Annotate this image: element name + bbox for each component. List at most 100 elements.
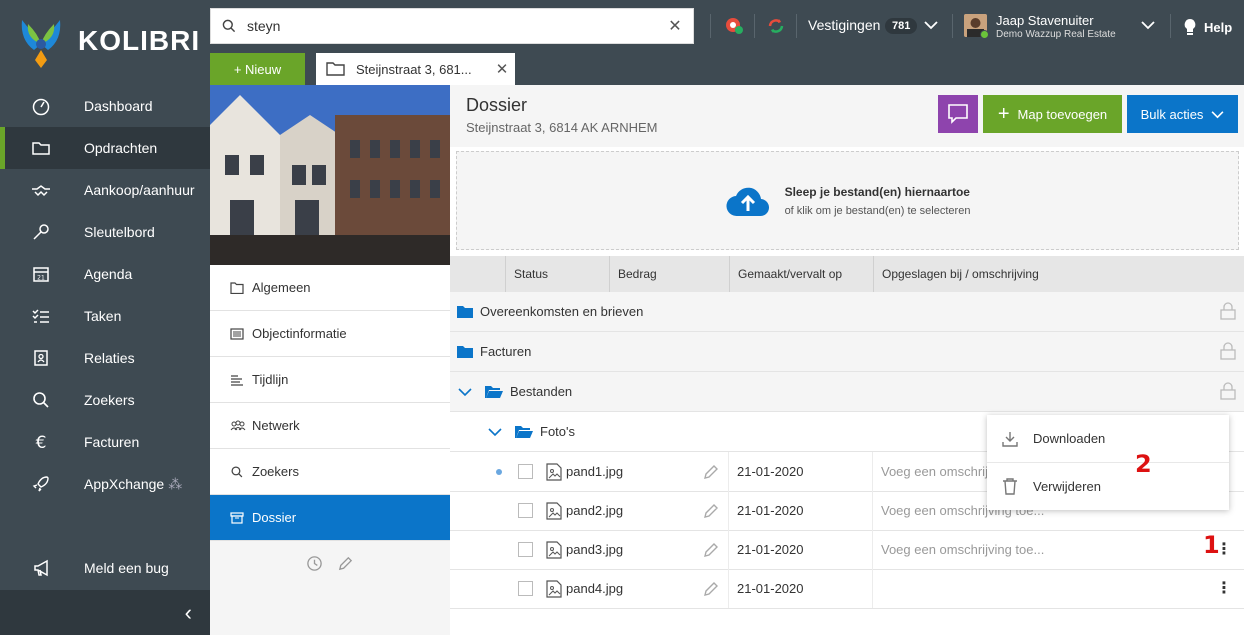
history-icon[interactable] [306,555,323,572]
folder-row[interactable]: Facturen [450,332,1244,372]
pencil-icon[interactable] [337,555,354,572]
vestigingen-label[interactable]: Vestigingen [808,17,880,33]
panel-item-label: Netwerk [252,418,300,433]
folder-row[interactable]: Overeenkomsten en brieven [450,292,1244,332]
chevron-down-icon[interactable] [488,427,502,437]
nav-label: Aankoop/aanhuur [84,182,195,198]
chat-bubble-icon [948,104,968,124]
panel-item-netwerk[interactable]: Netwerk [210,403,450,449]
folder-open-icon [485,386,503,398]
lightbulb-icon [1184,19,1196,35]
nav-dashboard[interactable]: Dashboard [0,85,210,127]
logo[interactable]: KOLIBRI [18,14,200,68]
menu-item-delete[interactable]: Verwijderen [987,462,1229,509]
user-name[interactable]: Jaap Stavenuiter [996,13,1094,28]
panel-item-objectinformatie[interactable]: Objectinformatie [210,311,450,357]
folder-row[interactable]: Bestanden [450,372,1244,412]
tab-steijnstraat[interactable]: Steijnstraat 3, 681... ✕ [316,53,515,85]
dashboard-icon [0,96,84,116]
table-header: Status Bedrag Gemaakt/vervalt op Opgesla… [450,256,1244,292]
notification-badge-icon[interactable] [723,15,745,37]
file-name[interactable]: pand2.jpg [566,503,623,518]
panel-item-tijdlijn[interactable]: Tijdlijn [210,357,450,403]
panel-item-dossier[interactable]: Dossier [210,495,456,541]
chevron-down-icon[interactable] [458,387,472,397]
add-folder-label: Map toevoegen [1017,106,1108,122]
chevron-down-icon[interactable] [924,20,938,30]
nav-relaties[interactable]: Relaties [0,337,210,379]
collapse-sidebar-button[interactable]: ‹ [0,590,210,635]
more-actions-icon[interactable]: ⋮ [1216,580,1232,597]
lock-icon[interactable] [1220,382,1236,400]
nav-opdrachten[interactable]: Opdrachten [0,127,210,169]
property-photo[interactable] [210,85,450,265]
menu-item-download[interactable]: Downloaden [987,415,1229,462]
bulk-actions-button[interactable]: Bulk acties [1127,95,1238,133]
calendar-icon: 21 [0,264,84,284]
help-button[interactable]: Help [1183,18,1232,36]
kolibri-logo-icon [21,20,61,68]
table-row[interactable]: pand4.jpg 21-01-2020 ⋮ [450,569,1244,609]
sync-icon[interactable] [765,15,787,37]
panel-item-algemeen[interactable]: Algemeen [210,265,450,311]
divider [728,569,729,608]
search-bar: ✕ [210,8,694,44]
nav-label: Facturen [84,434,140,450]
pencil-icon[interactable] [702,463,720,481]
bulk-actions-label: Bulk acties [1140,106,1204,122]
search-input[interactable] [247,18,657,34]
column-status[interactable]: Status [505,256,609,292]
chevron-down-icon[interactable] [1141,20,1155,30]
page-title: Dossier [466,95,528,115]
folder-icon [457,306,473,318]
panel-item-zoekers[interactable]: Zoekers [210,449,450,495]
nav-taken[interactable]: Taken [0,295,210,337]
timeline-icon [230,374,248,386]
report-bug-button[interactable]: Meld een bug [0,547,210,589]
nav-sleutelbord[interactable]: Sleutelbord [0,211,210,253]
row-checkbox[interactable] [518,503,533,518]
pencil-icon[interactable] [702,580,720,598]
chat-button[interactable] [938,95,978,133]
column-omschrijving[interactable]: Opgeslagen bij / omschrijving [873,256,1244,292]
tab-label: Steijnstraat 3, 681... [356,61,472,77]
add-folder-button[interactable]: + Map toevoegen [983,95,1122,133]
new-button[interactable]: + Nieuw [210,53,305,85]
file-date: 21-01-2020 [737,542,804,557]
nav-aankoop[interactable]: Aankoop/aanhuur [0,169,210,211]
file-dropzone[interactable]: Sleep je bestand(en) hiernaartoe of klik… [456,151,1239,250]
nav-agenda[interactable]: 21 Agenda [0,253,210,295]
dossier-main: Dossier Steijnstraat 3, 6814 AK ARNHEM +… [450,85,1244,635]
pencil-icon[interactable] [702,502,720,520]
nav-appxchange[interactable]: AppXchange ⁂ [0,463,210,505]
divider [1170,14,1171,38]
close-tab-icon[interactable]: ✕ [489,60,515,78]
lock-icon[interactable] [1220,302,1236,320]
row-checkbox[interactable] [518,581,533,596]
clear-search-icon[interactable]: ✕ [657,16,693,36]
pencil-icon[interactable] [702,541,720,559]
nav-zoekers[interactable]: Zoekers [0,379,210,421]
file-name[interactable]: pand3.jpg [566,542,623,557]
folder-open-icon [515,426,533,438]
nav-facturen[interactable]: € Facturen [0,421,210,463]
column-gemaakt[interactable]: Gemaakt/vervalt op [729,256,873,292]
search-icon [0,390,84,410]
file-name[interactable]: pand1.jpg [566,464,623,479]
folder-name: Facturen [480,344,532,359]
file-description[interactable]: Voeg een omschrijving toe... [881,542,1044,557]
menu-item-label: Verwijderen [1033,478,1101,494]
divider [728,491,729,530]
row-checkbox[interactable] [518,464,533,479]
key-icon [0,222,84,242]
plus-icon: + [997,102,1010,125]
lock-icon[interactable] [1220,342,1236,360]
row-checkbox[interactable] [518,542,533,557]
chevron-down-icon [1211,110,1224,118]
topbar: ✕ Vestigingen 781 Jaap Stavenuiter Demo … [210,0,1244,85]
table-row[interactable]: pand3.jpg 21-01-2020 Voeg een omschrijvi… [450,530,1244,570]
column-bedrag[interactable]: Bedrag [609,256,729,292]
list-icon [230,327,248,340]
nav-label: Opdrachten [84,140,158,156]
file-name[interactable]: pand4.jpg [566,581,623,596]
